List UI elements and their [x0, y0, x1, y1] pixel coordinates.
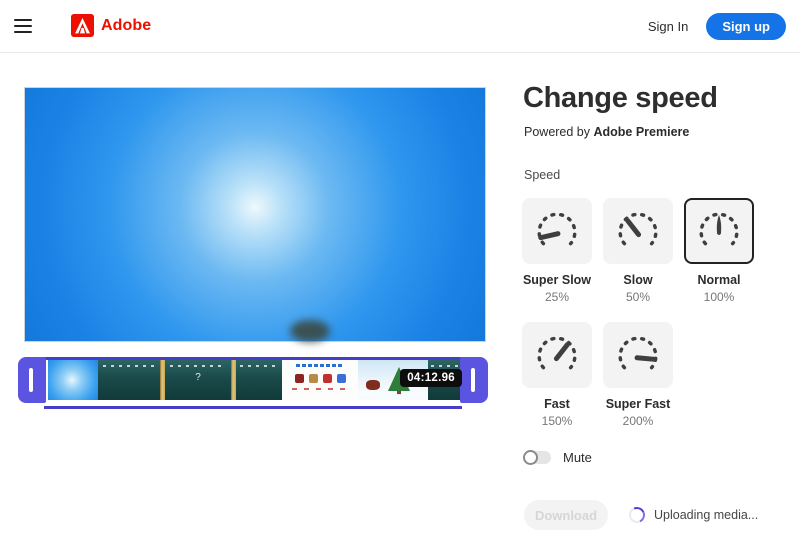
video-foreground-object [290, 320, 330, 342]
speed-option-percent: 150% [522, 414, 592, 428]
powered-by-text: Powered by Adobe Premiere [524, 125, 689, 139]
speed-option-label: Super Slow [522, 273, 592, 287]
speedometer-icon [615, 208, 661, 254]
frame-thumbnail-sky [48, 360, 98, 400]
speed-option-slow[interactable]: Slow 50% [603, 198, 673, 304]
speed-option-fast[interactable]: Fast 150% [522, 322, 592, 428]
change-speed-page: Adobe Sign In Sign up ? [0, 0, 800, 546]
grip-icon [29, 368, 33, 392]
speed-option-label: Super Fast [603, 397, 673, 411]
speed-card[interactable] [522, 322, 592, 388]
top-navbar: Adobe Sign In Sign up [0, 0, 800, 53]
speed-option-percent: 25% [522, 290, 592, 304]
page-title: Change speed [523, 82, 718, 115]
question-glyph: ? [165, 372, 231, 383]
frame-thumbnail-flashcards [282, 360, 358, 400]
download-button[interactable]: Download [524, 500, 608, 530]
speedometer-icon [696, 208, 742, 254]
trim-handle-left[interactable] [18, 357, 46, 403]
powered-by-prefix: Powered by [524, 125, 593, 139]
speed-card-selected[interactable] [684, 198, 754, 264]
speed-option-label: Slow [603, 273, 673, 287]
frame-thumbnail-chalkboard: ? [165, 360, 231, 400]
speed-option-label: Normal [684, 273, 754, 287]
speed-option-super-slow[interactable]: Super Slow 25% [522, 198, 592, 304]
menu-icon[interactable] [14, 19, 32, 33]
timeline-filmstrip[interactable]: ? 04:12.96 [18, 357, 488, 403]
mute-row: Mute [524, 450, 592, 465]
timestamp-badge: 04:12.96 [400, 369, 462, 387]
speed-card[interactable] [522, 198, 592, 264]
sign-in-link[interactable]: Sign In [648, 19, 688, 34]
video-preview[interactable] [24, 87, 486, 342]
loading-spinner-icon [627, 505, 648, 526]
brand-name: Adobe [101, 17, 151, 35]
mute-toggle[interactable] [524, 451, 551, 464]
frame-thumbnail-chalkboard [236, 360, 282, 400]
grip-icon [471, 368, 475, 392]
speed-card[interactable] [603, 322, 673, 388]
speed-option-percent: 200% [603, 414, 673, 428]
trim-handle-right[interactable] [460, 357, 488, 403]
speed-option-percent: 100% [684, 290, 754, 304]
speedometer-icon [534, 208, 580, 254]
frame-thumbnail-chalkboard [98, 360, 160, 400]
speedometer-icon [534, 332, 580, 378]
mute-label: Mute [563, 450, 592, 465]
toggle-knob [523, 450, 538, 465]
speed-option-label: Fast [522, 397, 592, 411]
speed-card[interactable] [603, 198, 673, 264]
speed-option-percent: 50% [603, 290, 673, 304]
uploading-status-text: Uploading media... [654, 508, 758, 522]
adobe-logo-link[interactable]: Adobe [71, 14, 151, 37]
download-row: Download Uploading media... [524, 500, 758, 530]
speedometer-icon [615, 332, 661, 378]
speed-option-super-fast[interactable]: Super Fast 200% [603, 322, 673, 428]
speed-option-normal[interactable]: Normal 100% [684, 198, 754, 304]
adobe-logo-icon [71, 14, 94, 37]
powered-by-brand: Adobe Premiere [593, 125, 689, 139]
speed-section-label: Speed [524, 168, 560, 182]
sign-up-button[interactable]: Sign up [706, 13, 786, 40]
